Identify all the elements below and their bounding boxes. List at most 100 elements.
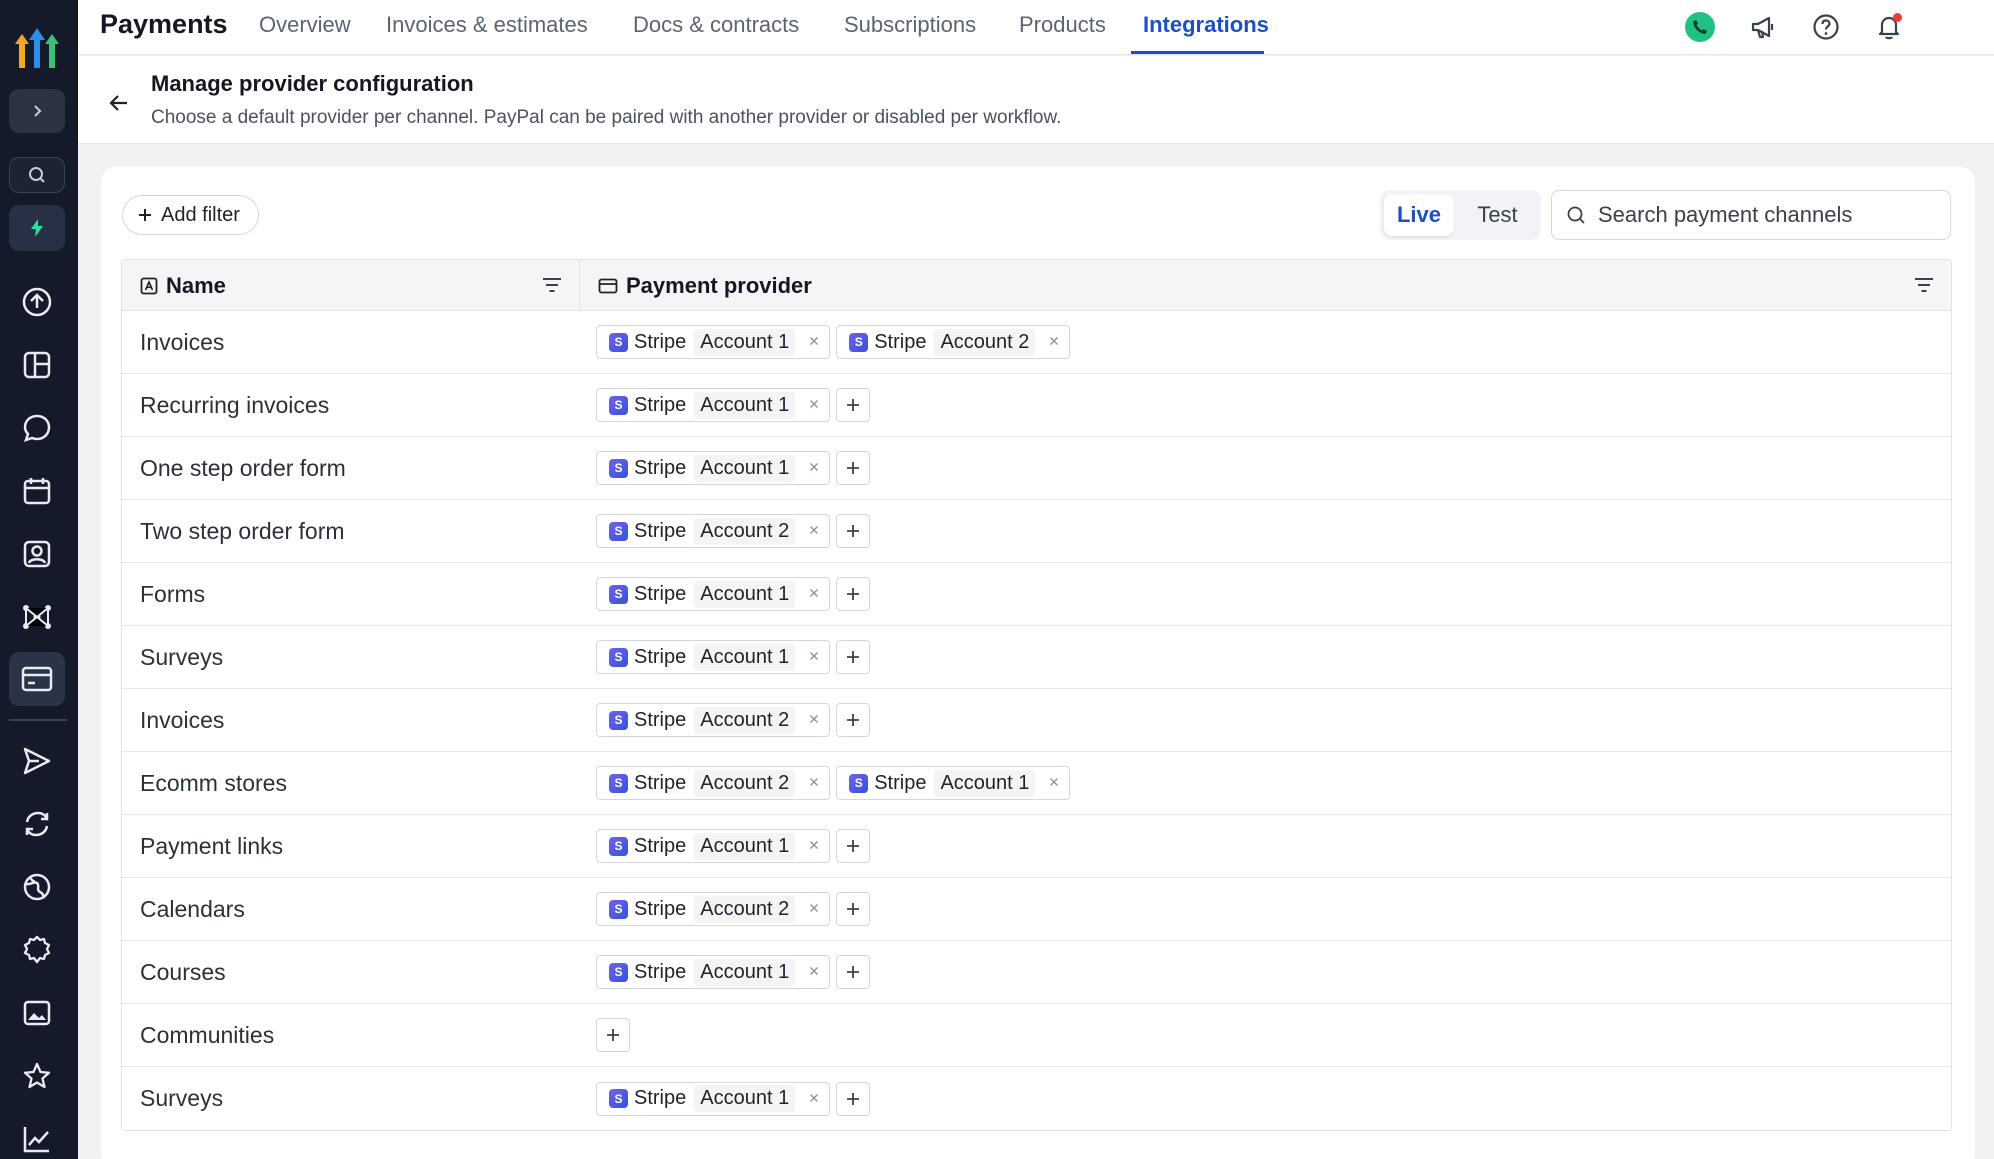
provider-chip[interactable]: S Stripe Account 1: [596, 451, 831, 485]
plus-icon: [847, 588, 860, 600]
sidebar-expand-button[interactable]: [9, 89, 65, 133]
provider-chip[interactable]: S Stripe Account 1: [836, 766, 1071, 800]
sidebar-item-reporting[interactable]: [14, 1116, 60, 1159]
remove-provider-button[interactable]: [809, 1090, 819, 1108]
provider-chip[interactable]: S Stripe Account 2: [836, 325, 1071, 359]
tab-integrations[interactable]: Integrations: [1143, 12, 1269, 38]
notifications-button[interactable]: [1872, 10, 1906, 44]
filter-lines-icon: [543, 278, 561, 292]
tab-docs-contracts[interactable]: Docs & contracts: [633, 12, 799, 38]
provider-chip[interactable]: S Stripe Account 2: [596, 766, 831, 800]
provider-chip[interactable]: S Stripe Account 1: [596, 388, 831, 422]
remove-provider-button[interactable]: [809, 522, 819, 540]
add-provider-button[interactable]: [836, 451, 871, 485]
back-button[interactable]: [102, 86, 136, 120]
name-column-filter-button[interactable]: [541, 274, 563, 296]
search-icon: [29, 167, 45, 183]
sidebar-quick-actions-button[interactable]: [9, 205, 65, 251]
provider-account: Account 1: [694, 580, 796, 608]
remove-provider-button[interactable]: [809, 585, 819, 603]
plus-icon: [847, 462, 860, 474]
provider-name: Stripe: [634, 897, 687, 920]
add-provider-button[interactable]: [836, 892, 871, 926]
help-button[interactable]: [1809, 10, 1843, 44]
provider-column-filter-button[interactable]: [1913, 274, 1935, 296]
provider-name: Stripe: [634, 834, 687, 857]
phone-icon: [1685, 12, 1715, 42]
sidebar-item-marketing[interactable]: [14, 738, 60, 784]
provider-account: Account 1: [694, 832, 796, 860]
remove-provider-button[interactable]: [809, 459, 819, 477]
stripe-logo-icon: S: [609, 836, 628, 856]
table-row: Recurring invoices S Stripe Account 1: [122, 374, 1951, 437]
table-row: Two step order form S Stripe Account 2: [122, 500, 1951, 563]
close-icon: [810, 1093, 819, 1102]
mode-live-button[interactable]: Live: [1384, 194, 1454, 236]
remove-provider-button[interactable]: [809, 774, 819, 792]
add-provider-button[interactable]: [836, 388, 871, 422]
sidebar-item-launchpad[interactable]: [14, 279, 60, 325]
tab-invoices-estimates[interactable]: Invoices & estimates: [386, 12, 588, 38]
phone-button[interactable]: [1683, 10, 1717, 44]
remove-provider-button[interactable]: [1049, 774, 1059, 792]
sidebar-item-automation-sync[interactable]: [14, 801, 60, 847]
sidebar-divider: [9, 719, 67, 721]
provider-account: Account 1: [694, 391, 796, 419]
mode-test-button[interactable]: Test: [1458, 194, 1537, 236]
provider-account: Account 1: [694, 643, 796, 671]
remove-provider-button[interactable]: [1049, 333, 1059, 351]
sidebar-item-contacts[interactable]: [14, 531, 60, 577]
tab-subscriptions[interactable]: Subscriptions: [844, 12, 976, 38]
name-column-icon: [140, 277, 158, 295]
send-icon: [23, 747, 51, 775]
sidebar-item-payments[interactable]: [9, 652, 65, 706]
remove-provider-button[interactable]: [809, 648, 819, 666]
tab-overview[interactable]: Overview: [259, 12, 351, 38]
add-provider-button[interactable]: [836, 829, 871, 863]
add-provider-button[interactable]: [836, 1081, 871, 1116]
add-filter-button[interactable]: Add filter: [122, 195, 259, 235]
sidebar-item-sites[interactable]: [14, 864, 60, 910]
provider-cell: S Stripe Account 1: [580, 941, 1951, 1003]
channel-name: Ecomm stores: [140, 769, 287, 796]
sidebar-item-conversations[interactable]: [14, 405, 60, 451]
mode-toggle: Live Test: [1380, 190, 1541, 240]
add-provider-button[interactable]: [836, 640, 871, 674]
sidebar-item-media[interactable]: [14, 990, 60, 1036]
provider-chip[interactable]: S Stripe Account 1: [596, 577, 831, 611]
provider-chip[interactable]: S Stripe Account 2: [596, 892, 831, 926]
remove-provider-button[interactable]: [809, 837, 819, 855]
stripe-logo-icon: S: [609, 710, 628, 730]
remove-provider-button[interactable]: [809, 396, 819, 414]
sidebar-item-memberships[interactable]: [14, 927, 60, 973]
search-channels-input[interactable]: [1598, 202, 1928, 228]
sidebar-item-dashboard[interactable]: [14, 342, 60, 388]
page-header: Manage provider configuration Choose a d…: [78, 56, 1994, 144]
provider-chip[interactable]: S Stripe Account 1: [596, 829, 831, 863]
provider-name: Stripe: [634, 645, 687, 668]
provider-chip[interactable]: S Stripe Account 1: [596, 325, 831, 359]
add-provider-button[interactable]: [836, 955, 871, 989]
remove-provider-button[interactable]: [809, 963, 819, 981]
sidebar-item-calendars[interactable]: [14, 468, 60, 514]
announcements-button[interactable]: [1746, 10, 1780, 44]
sidebar-item-reputation[interactable]: [14, 1053, 60, 1099]
sidebar-item-automation[interactable]: [14, 594, 60, 640]
add-provider-button[interactable]: [836, 577, 871, 611]
add-provider-button[interactable]: [836, 703, 871, 737]
provider-chip[interactable]: S Stripe Account 2: [596, 514, 831, 548]
provider-chip[interactable]: S Stripe Account 1: [596, 640, 831, 674]
provider-chip[interactable]: S Stripe Account 1: [596, 1081, 831, 1116]
remove-provider-button[interactable]: [809, 900, 819, 918]
remove-provider-button[interactable]: [809, 711, 819, 729]
tab-products[interactable]: Products: [1019, 12, 1106, 38]
provider-chip[interactable]: S Stripe Account 1: [596, 955, 831, 989]
close-icon: [810, 841, 819, 849]
channel-name: Forms: [140, 580, 206, 607]
provider-cell: S Stripe Account 1: [580, 563, 1951, 625]
remove-provider-button[interactable]: [809, 333, 819, 351]
add-provider-button[interactable]: [836, 514, 871, 548]
provider-chip[interactable]: S Stripe Account 2: [596, 703, 831, 737]
add-provider-button[interactable]: [596, 1018, 630, 1052]
sidebar-search-button[interactable]: [9, 157, 65, 193]
